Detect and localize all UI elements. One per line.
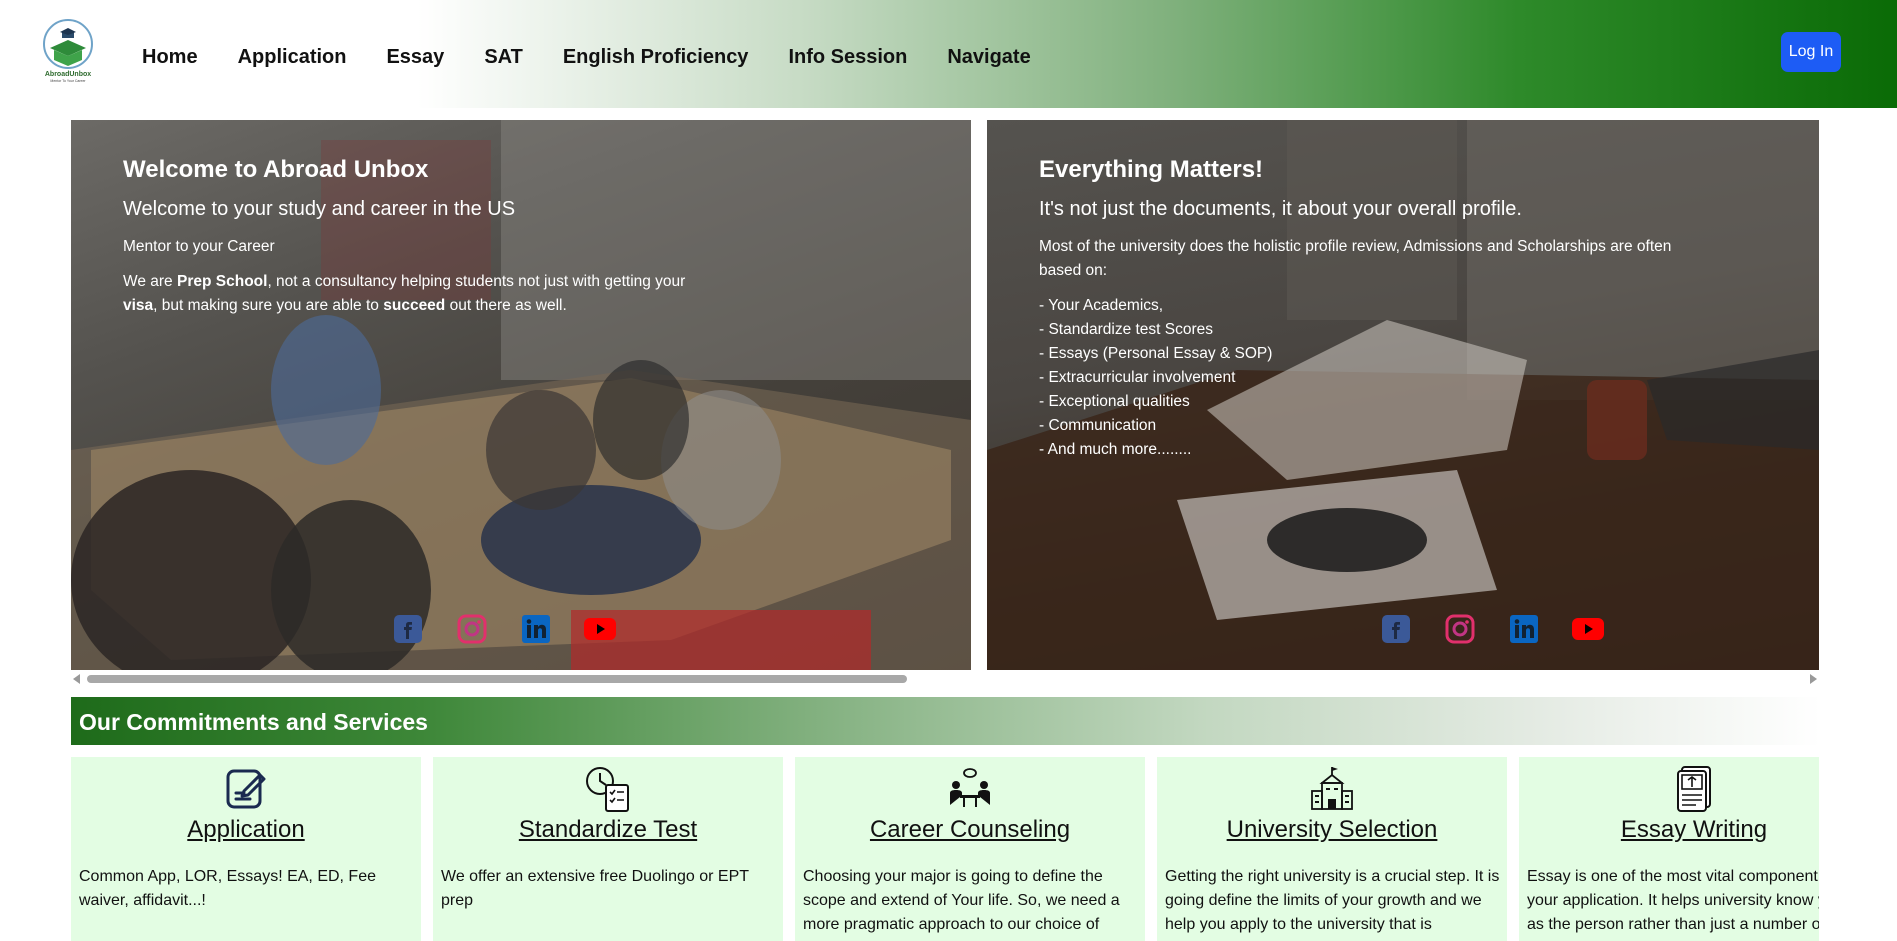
social-links: [391, 614, 617, 644]
slide-welcome-title: Welcome to Abroad Unbox: [123, 156, 429, 183]
service-card-description: Choosing your major is going to define t…: [803, 868, 1120, 933]
list-item: - Standardize test Scores: [1039, 321, 1214, 338]
slide-welcome-tagline: Mentor to your Career: [123, 238, 275, 255]
login-button[interactable]: Log In: [1781, 32, 1841, 72]
services-section-title: Our Commitments and Services: [79, 709, 428, 735]
body-text: , not a consultancy helping students not…: [267, 273, 686, 290]
abroadunbox-logo[interactable]: AbroadUnbox Mentor To Your Career: [38, 18, 98, 84]
service-card-university-selection[interactable]: University Selection Getting the right u…: [1157, 757, 1507, 941]
instagram-icon[interactable]: [1443, 614, 1477, 644]
scroll-right-arrow-icon[interactable]: [1810, 674, 1817, 684]
nav-application[interactable]: Application: [238, 46, 347, 69]
service-card-application[interactable]: Application Common App, LOR, Essays! EA,…: [71, 757, 421, 941]
nav-info-session[interactable]: Info Session: [788, 46, 907, 69]
slide-welcome-subtitle: Welcome to your study and career in the …: [123, 198, 516, 220]
carousel-scrollbar[interactable]: [71, 672, 1819, 684]
body-text: out there as well.: [445, 297, 567, 314]
slide-everything-matters-title: Everything Matters!: [1039, 156, 1264, 183]
youtube-icon[interactable]: [1571, 614, 1605, 644]
services-cards: Application Common App, LOR, Essays! EA,…: [71, 757, 1819, 941]
body-bold-succeed: succeed: [383, 297, 446, 314]
list-item: - Communication: [1039, 417, 1157, 434]
profile-factors-list: - Your Academics, - Standardize test Sco…: [1039, 294, 1679, 462]
youtube-icon[interactable]: [583, 614, 617, 644]
linkedin-icon[interactable]: [519, 614, 553, 644]
facebook-icon[interactable]: [1379, 614, 1413, 644]
scroll-left-arrow-icon[interactable]: [73, 674, 80, 684]
list-item: - Your Academics,: [1039, 297, 1164, 314]
list-item: - Extracurricular involvement: [1039, 369, 1236, 386]
nav-sat[interactable]: SAT: [484, 46, 523, 69]
body-bold-visa: visa: [123, 297, 154, 314]
slide-everything-matters: Everything Matters! It's not just the do…: [987, 120, 1819, 670]
slide-welcome-body: We are Prep School, not a consultancy he…: [123, 270, 723, 318]
hero-carousel: Welcome to Abroad Unbox Welcome to your …: [71, 120, 1819, 684]
essay-document-icon: [1670, 765, 1718, 813]
services-section-header: Our Commitments and Services: [71, 697, 1821, 745]
counseling-icon: [946, 765, 994, 813]
service-card-title[interactable]: Career Counseling: [795, 816, 1145, 844]
social-links: [1379, 614, 1605, 644]
body-text: We are: [123, 273, 177, 290]
slide-welcome: Welcome to Abroad Unbox Welcome to your …: [71, 120, 971, 670]
list-item: - And much more........: [1039, 441, 1192, 458]
service-card-title[interactable]: University Selection: [1157, 816, 1507, 844]
slide-welcome-content: Welcome to Abroad Unbox Welcome to your …: [123, 156, 753, 329]
facebook-icon[interactable]: [391, 614, 425, 644]
body-text: , but making sure you are able to: [153, 297, 384, 314]
slide-everything-matters-subtitle: It's not just the documents, it about yo…: [1039, 198, 1522, 220]
nav-home[interactable]: Home: [142, 46, 198, 69]
nav-essay[interactable]: Essay: [386, 46, 444, 69]
service-card-career-counseling[interactable]: Career Counseling Choosing your major is…: [795, 757, 1145, 941]
slide-everything-matters-body: Most of the university does the holistic…: [1039, 238, 1672, 279]
instagram-icon[interactable]: [455, 614, 489, 644]
university-icon: [1308, 765, 1356, 813]
application-edit-icon: [222, 765, 270, 813]
main-nav: Home Application Essay SAT English Profi…: [142, 46, 1071, 69]
scroll-thumb[interactable]: [87, 675, 907, 683]
svg-text:Mentor To Your Career: Mentor To Your Career: [50, 79, 86, 83]
linkedin-icon[interactable]: [1507, 614, 1541, 644]
service-card-description: Getting the right university is a crucia…: [1165, 868, 1500, 933]
slide-everything-matters-content: Everything Matters! It's not just the do…: [1039, 156, 1679, 462]
service-card-title[interactable]: Application: [71, 816, 421, 844]
service-card-description: We offer an extensive free Duolingo or E…: [441, 868, 749, 909]
service-card-title[interactable]: Essay Writing: [1519, 816, 1819, 844]
service-card-description: Common App, LOR, Essays! EA, ED, Fee wai…: [79, 868, 376, 909]
body-bold-prep-school: Prep School: [177, 273, 268, 290]
list-item: - Exceptional qualities: [1039, 393, 1190, 410]
site-header: AbroadUnbox Mentor To Your Career Home A…: [0, 0, 1897, 108]
clock-checklist-icon: [584, 765, 632, 813]
svg-text:AbroadUnbox: AbroadUnbox: [45, 71, 91, 78]
service-card-description: Essay is one of the most vital component…: [1527, 868, 1819, 933]
service-card-standardize-test[interactable]: Standardize Test We offer an extensive f…: [433, 757, 783, 941]
list-item: - Essays (Personal Essay & SOP): [1039, 345, 1273, 362]
nav-english-proficiency[interactable]: English Proficiency: [563, 46, 749, 69]
service-card-essay-writing[interactable]: Essay Writing Essay is one of the most v…: [1519, 757, 1819, 941]
service-card-title[interactable]: Standardize Test: [433, 816, 783, 844]
nav-navigate[interactable]: Navigate: [947, 46, 1030, 69]
